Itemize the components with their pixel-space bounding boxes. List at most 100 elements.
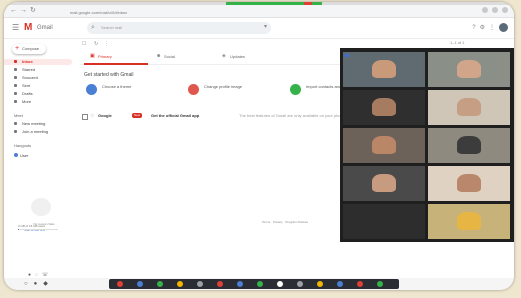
inbox-toolbar: ☐ ↻ ⋮	[80, 40, 342, 48]
taskbar-app-icon[interactable]	[197, 281, 203, 287]
participant-video	[456, 97, 482, 116]
extension-icon[interactable]	[492, 7, 498, 13]
taskbar-apps	[109, 279, 399, 289]
category-tabs: ▣ Primary ☻ Social ◈ Updates	[80, 50, 342, 65]
taskbar-app-icon[interactable]	[297, 281, 303, 287]
sidebar-item-label: Drafts	[22, 91, 33, 96]
sidebar-item-starred[interactable]: Starred	[4, 67, 72, 73]
video-tile[interactable]	[343, 204, 425, 239]
meet-new-meeting[interactable]: New meeting	[4, 121, 72, 127]
video-tile[interactable]	[428, 52, 510, 87]
get-started-item[interactable]: Change profile image	[188, 82, 274, 100]
taskbar-app-icon[interactable]	[317, 281, 323, 287]
taskbar-app-icon[interactable]	[137, 281, 143, 287]
get-started-icon	[188, 84, 199, 95]
meet-video-grid[interactable]	[340, 48, 514, 242]
tab-social[interactable]: ☻ Social	[150, 50, 214, 63]
nav-item-icon	[14, 60, 17, 63]
keyboard-icon	[14, 130, 17, 133]
mic-icon[interactable]: ●	[34, 279, 38, 289]
avatar[interactable]	[499, 23, 508, 32]
chat-icon	[31, 198, 51, 216]
sidebar-item-more[interactable]: More	[4, 99, 72, 105]
refresh-icon[interactable]: ↻	[94, 40, 98, 48]
pin-icon	[345, 54, 349, 57]
sidebar-item-inbox[interactable]: Inbox	[4, 59, 72, 65]
sidebar-item-snoozed[interactable]: Snoozed	[4, 75, 72, 81]
email-checkbox[interactable]	[82, 114, 88, 120]
apps-icon[interactable]: ⋮	[489, 24, 495, 32]
taskbar-app-icon[interactable]	[237, 281, 243, 287]
taskbar-app-icon[interactable]	[157, 281, 163, 287]
get-started-item[interactable]: Choose a theme	[86, 82, 172, 100]
url-text[interactable]: mail.google.com/mail/u/0/#inbox	[70, 10, 127, 15]
gmail-logo-icon[interactable]: M	[24, 23, 32, 33]
pagination: 1–1 of 1	[450, 40, 465, 45]
forward-icon[interactable]: →	[20, 6, 27, 16]
search-input[interactable]: Search mail	[101, 25, 122, 30]
video-tile[interactable]	[428, 204, 510, 239]
participant-video	[456, 211, 482, 230]
sidebar-item-label: Starred	[22, 67, 36, 72]
help-icon[interactable]: ?	[472, 24, 475, 32]
participant-video	[371, 173, 397, 192]
video-tile[interactable]	[428, 166, 510, 201]
more-options-icon[interactable]: ⋮	[104, 40, 109, 48]
nav-item-icon	[14, 84, 17, 87]
tab-label: Updates	[230, 54, 245, 59]
video-tile[interactable]	[343, 166, 425, 201]
taskbar-app-icon[interactable]	[257, 281, 263, 287]
taskbar-app-icon[interactable]	[377, 281, 383, 287]
compose-label: Compose	[22, 46, 40, 51]
video-tile[interactable]	[343, 90, 425, 125]
taskbar-app-icon[interactable]	[217, 281, 223, 287]
tab-primary[interactable]: ▣ Primary	[84, 50, 148, 65]
search-options-icon[interactable]: ▾	[264, 23, 267, 30]
tab-updates[interactable]: ◈ Updates	[216, 50, 280, 63]
select-all-checkbox[interactable]: ☐	[82, 40, 86, 48]
video-tile[interactable]	[428, 128, 510, 163]
volume-icon[interactable]: ◆	[43, 279, 48, 289]
participant-video	[456, 135, 482, 154]
sidebar-item-sent[interactable]: Sent	[4, 83, 72, 89]
extension-icon[interactable]	[482, 7, 488, 13]
get-started-label: Choose a theme	[102, 84, 132, 89]
gmail-logo-text: Gmail	[37, 25, 53, 31]
extension-icons	[482, 7, 508, 13]
tag-icon: ◈	[222, 53, 226, 59]
menu-icon[interactable]: ☰	[12, 24, 19, 32]
settings-icon[interactable]: ⚙	[480, 24, 485, 32]
sidebar-item-label: More	[22, 99, 32, 104]
taskbar-app-icon[interactable]	[337, 281, 343, 287]
taskbar: ○ ● ◆	[4, 278, 514, 290]
address-bar[interactable]: ← → ↻ mail.google.com/mail/u/0/#inbox	[4, 5, 514, 18]
new-badge: New	[132, 113, 143, 118]
taskbar-app-icon[interactable]	[357, 281, 363, 287]
participant-video	[456, 59, 482, 78]
video-tile[interactable]	[343, 128, 425, 163]
compose-button[interactable]: + Compose	[12, 44, 46, 54]
star-icon[interactable]: ☆	[90, 113, 94, 119]
search-icon[interactable]: ⌕	[91, 23, 95, 33]
meet-join-meeting[interactable]: Join a meeting	[4, 129, 72, 135]
footer-links[interactable]: Terms · Privacy · Program Policies	[262, 220, 308, 224]
email-row[interactable]: ☆ Google New Get the official Gmail app …	[80, 112, 342, 121]
launcher-icon[interactable]: ○	[24, 279, 28, 289]
profile-icon[interactable]	[502, 7, 508, 13]
nav-item-icon	[14, 76, 17, 79]
video-tile[interactable]	[343, 52, 425, 87]
inbox-icon: ▣	[90, 53, 95, 59]
reload-icon[interactable]: ↻	[30, 6, 36, 16]
get-started-title: Get started with Gmail	[84, 72, 134, 78]
video-tile[interactable]	[428, 90, 510, 125]
taskbar-app-icon[interactable]	[117, 281, 123, 287]
taskbar-app-icon[interactable]	[177, 281, 183, 287]
plus-icon: +	[15, 45, 20, 52]
launcher: ○ ● ◆	[24, 279, 48, 289]
get-started-icon	[290, 84, 301, 95]
back-icon[interactable]: ←	[10, 6, 17, 16]
taskbar-app-icon[interactable]	[277, 281, 283, 287]
participant-video	[371, 211, 397, 230]
sidebar-item-drafts[interactable]: Drafts	[4, 91, 72, 97]
search-bar[interactable]: ⌕ Search mail ▾	[87, 22, 271, 34]
